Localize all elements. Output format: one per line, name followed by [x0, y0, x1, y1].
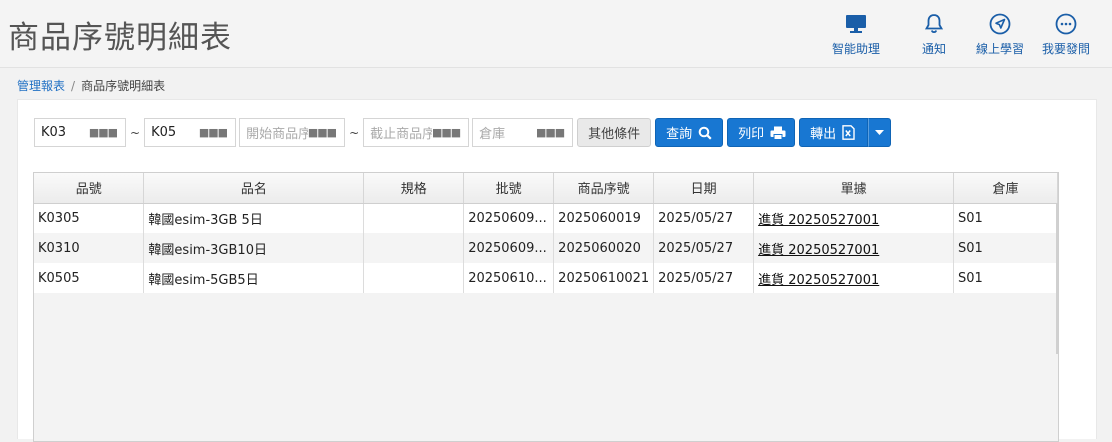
printer-icon [770, 126, 786, 140]
table-cell: 20250610... [463, 263, 555, 293]
table-cell: 韓國esim-3GB 5日 [143, 203, 365, 233]
vertical-scrollbar[interactable] [1056, 204, 1058, 354]
table-cell: S01 [953, 233, 1058, 263]
report-panel: K03■■■ ~ K05■■■ 開始商品序號■■■ ~ 截止商品序號■■■ 倉庫… [17, 99, 1097, 442]
product-to-field[interactable]: K05 ■■■ [144, 118, 237, 147]
breadcrumb: 管理報表 / 商品序號明細表 [17, 77, 165, 94]
smart-assistant-label: 智能助理 [831, 42, 880, 56]
product-from-value: K03 [41, 125, 67, 140]
product-from-field[interactable]: K03 ■■■ [34, 118, 126, 147]
table-cell: K0310 [34, 233, 145, 263]
store-placeholder: 倉庫 [479, 127, 506, 142]
export-label: 轉出 [810, 127, 837, 142]
ask-question-label: 我要發問 [1041, 42, 1090, 56]
online-learning-label: 線上學習 [975, 42, 1024, 56]
ellipsis-icon[interactable]: ■■■ [432, 126, 461, 139]
serial-detail-table: 品號 品名 規格 批號 商品序號 日期 單據 倉庫 K0305 韓國esim-3GB 5日 202… [33, 172, 1059, 442]
column-header[interactable]: 日期 [653, 173, 755, 204]
table-header-row: 品號 品名 規格 批號 商品序號 日期 單據 倉庫 [34, 173, 1058, 204]
export-button[interactable]: 轉出 [799, 118, 869, 147]
export-dropdown-toggle[interactable] [868, 118, 892, 147]
serial-to-field[interactable]: 截止商品序號■■■ [363, 118, 470, 147]
product-to-value: K05 [151, 125, 177, 140]
monitor-icon [846, 15, 866, 33]
smart-assistant-button[interactable]: 智能助理 [826, 12, 886, 57]
ellipsis-icon[interactable]: ■■■ [308, 126, 337, 139]
breadcrumb-parent-link[interactable]: 管理報表 [17, 79, 65, 93]
filter-bar: K03■■■ ~ K05■■■ 開始商品序號■■■ ~ 截止商品序號■■■ 倉庫… [34, 118, 892, 147]
search-icon [698, 126, 712, 140]
more-conditions-button[interactable]: 其他條件 [577, 118, 652, 147]
serial-to-placeholder: 截止商品序號 [370, 127, 432, 142]
column-header[interactable]: 品名 [143, 173, 365, 204]
table-row[interactable]: K0505 韓國esim-5GB5日 20250610... 20250610021 2… [34, 263, 1058, 293]
column-header[interactable]: 批號 [463, 173, 555, 204]
table-cell: 20250609... [463, 233, 555, 263]
chat-icon [1055, 13, 1077, 35]
notifications-label: 通知 [921, 42, 946, 56]
table-cell: K0305 [34, 203, 145, 233]
data-table: 品號 品名 規格 批號 商品序號 日期 單據 倉庫 K0305 韓國esim-3GB 5日 202… [34, 173, 1058, 293]
table-cell: 2025/05/27 [653, 233, 755, 263]
document-link[interactable]: 進貨 20250527001 [753, 203, 955, 233]
online-learning-button[interactable]: 線上學習 [968, 12, 1032, 57]
table-cell: K0505 [34, 263, 145, 293]
caret-down-icon [875, 130, 885, 135]
breadcrumb-current: 商品序號明細表 [81, 79, 166, 93]
table-cell: S01 [953, 263, 1058, 293]
table-cell: 20250609... [463, 203, 555, 233]
ellipsis-icon[interactable]: ■■■ [536, 126, 565, 139]
document-link[interactable]: 進貨 20250527001 [753, 233, 955, 263]
column-header[interactable]: 單據 [753, 173, 955, 204]
print-label: 列印 [738, 127, 765, 142]
range-tilde: ~ [349, 125, 360, 140]
table-cell: S01 [953, 203, 1058, 233]
table-cell [363, 203, 465, 233]
header-actions: 智能助理 通知 線上學習 我要發問 [824, 12, 1098, 57]
notifications-button[interactable]: 通知 [902, 12, 966, 57]
column-header[interactable]: 品號 [34, 173, 145, 204]
table-cell: 韓國esim-5GB5日 [143, 263, 365, 293]
document-link[interactable]: 進貨 20250527001 [753, 263, 955, 293]
breadcrumb-separator: / [71, 79, 76, 93]
ellipsis-icon[interactable]: ■■■ [89, 126, 118, 139]
ellipsis-icon[interactable]: ■■■ [199, 126, 228, 139]
table-cell: 2025060020 [553, 233, 655, 263]
page-title: 商品序號明細表 [8, 20, 232, 56]
column-header[interactable]: 規格 [363, 173, 465, 204]
navigation-icon [989, 13, 1011, 35]
table-row[interactable]: K0310 韓國esim-3GB10日 20250609... 2025060020 2… [34, 233, 1058, 263]
column-header[interactable]: 商品序號 [553, 173, 655, 204]
serial-from-field[interactable]: 開始商品序號■■■ [239, 118, 346, 147]
query-label: 查詢 [666, 127, 693, 142]
table-row[interactable]: K0305 韓國esim-3GB 5日 20250609... 2025060019 2… [34, 203, 1058, 233]
table-cell [363, 263, 465, 293]
table-cell: 2025/05/27 [653, 203, 755, 233]
excel-icon [842, 125, 855, 140]
print-button[interactable]: 列印 [727, 118, 796, 147]
table-cell: 2025/05/27 [653, 263, 755, 293]
column-header[interactable]: 倉庫 [953, 173, 1058, 204]
table-cell [363, 233, 465, 263]
store-field[interactable]: 倉庫 ■■■ [472, 118, 574, 147]
table-cell: 韓國esim-3GB10日 [143, 233, 365, 263]
serial-from-placeholder: 開始商品序號 [246, 127, 308, 142]
range-tilde: ~ [130, 125, 141, 140]
query-button[interactable]: 查詢 [655, 118, 724, 147]
ask-question-button[interactable]: 我要發問 [1034, 12, 1098, 57]
bell-icon [924, 14, 944, 33]
table-cell: 2025060019 [553, 203, 655, 233]
table-cell: 20250610021 [553, 263, 655, 293]
header-bar: 商品序號明細表 智能助理 通知 線上學習 我要發問 [0, 0, 1112, 68]
